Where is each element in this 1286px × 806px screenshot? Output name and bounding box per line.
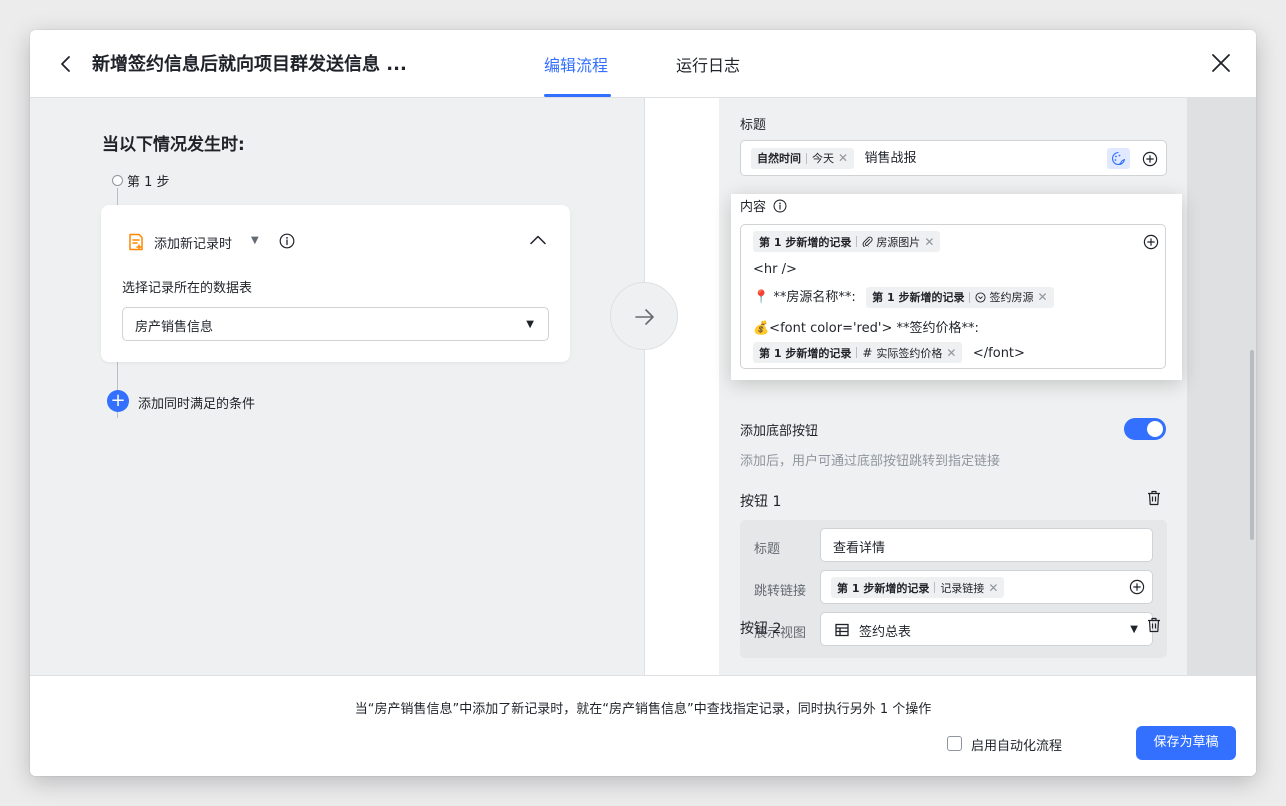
- step-marker: [112, 175, 123, 186]
- content-token-property[interactable]: 第 1 步新增的记录 签约房源 ✕: [866, 286, 1054, 308]
- scrollbar[interactable]: [1250, 350, 1254, 540]
- table-select-label: 选择记录所在的数据表: [122, 281, 253, 296]
- plus-icon: +: [107, 390, 129, 412]
- button1-link-label: 跳转链接: [754, 584, 807, 599]
- trigger-card: 添加新记录时 ▼ 选择记录所在的数据表 房产销售信息 ▼: [101, 205, 570, 362]
- table-select[interactable]: 房产销售信息 ▼: [122, 307, 549, 341]
- link-token[interactable]: 第 1 步新增的记录 记录链接 ✕: [831, 577, 1005, 598]
- flow-title: 新增签约信息后就向项目群发送信息 ...: [92, 54, 407, 75]
- insert-field-icon[interactable]: [1143, 234, 1159, 250]
- insert-field-icon[interactable]: [1142, 151, 1158, 167]
- info-icon[interactable]: [279, 233, 295, 249]
- side-gutter: [1187, 98, 1256, 675]
- trash-icon[interactable]: [1147, 490, 1161, 506]
- button1-title-label: 标题: [754, 542, 781, 557]
- new-record-icon: [129, 233, 143, 251]
- close-icon[interactable]: [1210, 52, 1232, 74]
- active-tab-indicator: [544, 94, 611, 97]
- insert-field-icon[interactable]: [1129, 579, 1145, 595]
- format-button[interactable]: [1107, 148, 1130, 169]
- bottom-button-hint: 添加后，用户可通过底部按钮跳转到指定链接: [740, 454, 1001, 469]
- flow-arrow: [610, 282, 678, 350]
- add-condition-label: 添加同时满足的条件: [138, 397, 256, 412]
- arrow-right-icon: [635, 309, 654, 325]
- content-line: 第 1 步新增的记录 # 实际签约价格 ✕ </font>: [753, 342, 1025, 363]
- title-token[interactable]: 自然时间 今天 ✕: [751, 147, 855, 169]
- number-hash-icon: #: [862, 345, 873, 360]
- header: 新增签约信息后就向项目群发送信息 ... 编辑流程 运行日志: [30, 30, 1256, 98]
- remove-token-icon[interactable]: ✕: [988, 581, 998, 595]
- title-field-label: 标题: [740, 118, 767, 133]
- step-label: 第 1 步: [127, 175, 170, 190]
- flow-connector-area: [644, 98, 719, 675]
- action-panel: 标题 自然时间 今天 ✕ 销售战报 添加底部按钮 添加后，用户可通过底部按钮跳转…: [719, 98, 1187, 675]
- remove-token-icon[interactable]: ✕: [838, 151, 848, 165]
- trigger-type[interactable]: 添加新记录时: [154, 233, 232, 252]
- table-select-value: 房产销售信息: [135, 320, 214, 335]
- button1-heading: 按钮 1: [740, 494, 782, 510]
- grid-view-icon: [835, 623, 849, 637]
- content-field-label: 内容: [740, 196, 787, 215]
- chevron-up-icon[interactable]: [530, 235, 546, 245]
- button1-view-select[interactable]: 签约总表 ▼: [820, 612, 1153, 646]
- button2-heading-visible: 按钮 2: [740, 621, 782, 637]
- automation-editor-window: 新增签约信息后就向项目群发送信息 ... 编辑流程 运行日志 当以下情况发生时:…: [30, 30, 1256, 776]
- caret-down-icon: ▼: [1130, 624, 1138, 635]
- trigger-panel: 当以下情况发生时: 第 1 步 添加新记录时 ▼ 选择记录所在的数据表 房产销售…: [30, 98, 644, 675]
- title-text: 销售战报: [864, 151, 917, 166]
- caret-down-icon: ▼: [526, 319, 534, 330]
- bottom-button-label: 添加底部按钮: [740, 424, 819, 439]
- content-line: 📍 **房源名称**: 第 1 步新增的记录 签约房源 ✕: [753, 286, 1054, 308]
- content-line-hr: <hr />: [753, 262, 797, 277]
- remove-token-icon[interactable]: ✕: [924, 235, 934, 249]
- button1-title-input[interactable]: 查看详情: [820, 528, 1153, 562]
- content-field-card: 内容 第 1 步新增的记录 房源图片 ✕ <hr /> 📍 **房源名称**: …: [731, 194, 1182, 380]
- option-circle-icon: [975, 291, 987, 303]
- bottom-button-toggle[interactable]: [1124, 418, 1166, 440]
- trigger-heading: 当以下情况发生时:: [102, 135, 245, 155]
- save-draft-button[interactable]: 保存为草稿: [1136, 726, 1236, 760]
- attachment-icon: [862, 236, 873, 247]
- content-line-price: 💰<font color='red'> **签约价格**:: [753, 321, 979, 336]
- caret-down-icon[interactable]: ▼: [251, 235, 259, 246]
- remove-token-icon[interactable]: ✕: [946, 346, 956, 360]
- trash-icon[interactable]: [1147, 617, 1161, 633]
- title-field[interactable]: 自然时间 今天 ✕ 销售战报: [740, 140, 1167, 176]
- content-token-price[interactable]: 第 1 步新增的记录 # 实际签约价格 ✕: [753, 342, 963, 363]
- tab-edit-flow[interactable]: 编辑流程: [544, 52, 608, 76]
- button1-config: 标题 查看详情 跳转链接 第 1 步新增的记录 记录链接 ✕ 展示视图 签约总表…: [740, 520, 1167, 658]
- enable-flow-checkbox[interactable]: [947, 736, 962, 751]
- info-icon[interactable]: [773, 199, 787, 213]
- back-chevron-icon[interactable]: [56, 52, 76, 76]
- footer: 当“房产销售信息”中添加了新记录时，就在“房产销售信息”中查找指定记录，同时执行…: [30, 675, 1256, 776]
- flow-summary: 当“房产销售信息”中添加了新记录时，就在“房产销售信息”中查找指定记录，同时执行…: [354, 702, 932, 717]
- button1-link-input[interactable]: 第 1 步新增的记录 记录链接 ✕: [820, 570, 1153, 604]
- content-editor[interactable]: 第 1 步新增的记录 房源图片 ✕ <hr /> 📍 **房源名称**: 第 1…: [740, 224, 1166, 369]
- content-line: 第 1 步新增的记录 房源图片 ✕: [753, 231, 941, 252]
- palette-icon: [1111, 151, 1126, 166]
- tab-run-log[interactable]: 运行日志: [676, 52, 740, 76]
- content-token-image[interactable]: 第 1 步新增的记录 房源图片 ✕: [753, 231, 941, 252]
- enable-flow-label[interactable]: 启用自动化流程: [971, 735, 1062, 754]
- remove-token-icon[interactable]: ✕: [1037, 290, 1047, 304]
